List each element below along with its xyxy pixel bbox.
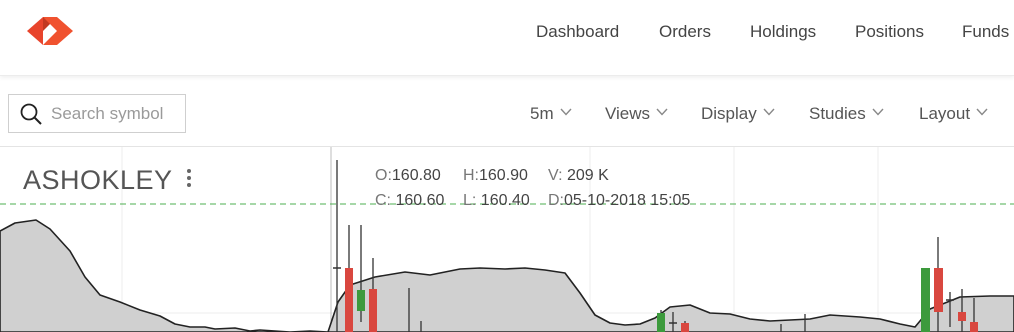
interval-label: 5m [530,104,554,123]
top-navigation-bar: Dashboard Orders Holdings Positions Fund… [0,0,1014,76]
chevron-down-icon [976,108,988,116]
layout-dropdown[interactable]: Layout [919,103,988,125]
ohlc-low-label: L: [463,192,477,209]
kite-chart-window: Dashboard Orders Holdings Positions Fund… [0,0,1014,332]
chevron-down-icon [872,108,884,116]
candle-down [345,268,353,332]
ohlc-date-value: 05-10-2018 15:05 [564,192,691,209]
search-icon [20,103,42,125]
ohlc-low-value: 160.40 [480,192,530,209]
nav-positions[interactable]: Positions [855,20,924,44]
candle-down [970,322,978,332]
ohlc-close-value: 160.60 [395,192,445,209]
candle-down [934,268,943,312]
ohlc-date-label: D: [548,192,564,209]
ohlc-volume-label: V: [548,167,563,184]
search-box[interactable] [8,94,186,133]
display-dropdown[interactable]: Display [701,103,775,125]
interval-dropdown[interactable]: 5m [530,103,572,125]
main-navigation: Dashboard Orders Holdings Positions Fund… [0,20,1014,44]
chevron-down-icon [560,108,572,116]
ohlc-close-label: C: [375,192,391,209]
candle-up [357,290,365,311]
nav-funds[interactable]: Funds [962,20,1009,44]
ohlc-open-label: O: [375,167,392,184]
nav-dashboard[interactable]: Dashboard [536,20,619,44]
candle-down [958,312,966,321]
search-input[interactable] [51,101,181,126]
ohlc-high: H:160.90 [463,166,528,186]
chart-symbol-name: ASHOKLEY [23,165,173,195]
nav-orders[interactable]: Orders [659,20,711,44]
price-chart[interactable]: ASHOKLEY O:160.80 H:160.90 V: 209 K C: 1… [0,147,1014,332]
views-dropdown[interactable]: Views [605,103,668,125]
candle-up [921,268,930,332]
views-label: Views [605,104,651,123]
studies-dropdown[interactable]: Studies [809,103,884,125]
ohlc-open-value: 160.80 [391,167,441,184]
ohlc-high-label: H: [463,167,479,184]
more-vertical-icon[interactable] [183,169,195,193]
chart-toolbar: 5m Views Display Studies Layout [0,76,1014,147]
ohlc-volume: V: 209 K [548,166,609,186]
chevron-down-icon [763,108,775,116]
ohlc-low: L: 160.40 [463,191,530,211]
nav-holdings[interactable]: Holdings [750,20,816,44]
candle-up [657,313,665,332]
studies-label: Studies [809,104,866,123]
ohlc-open: O:160.80 [375,166,441,186]
candle-down [369,289,377,332]
price-area [0,219,1014,332]
chevron-down-icon [656,108,668,116]
layout-label: Layout [919,104,971,123]
display-label: Display [701,104,757,123]
ohlc-volume-value: 209 K [566,167,609,184]
candle-down [681,323,689,332]
ohlc-date: D:05-10-2018 15:05 [548,191,690,211]
ohlc-high-value: 160.90 [479,167,528,184]
ohlc-close: C: 160.60 [375,191,444,211]
